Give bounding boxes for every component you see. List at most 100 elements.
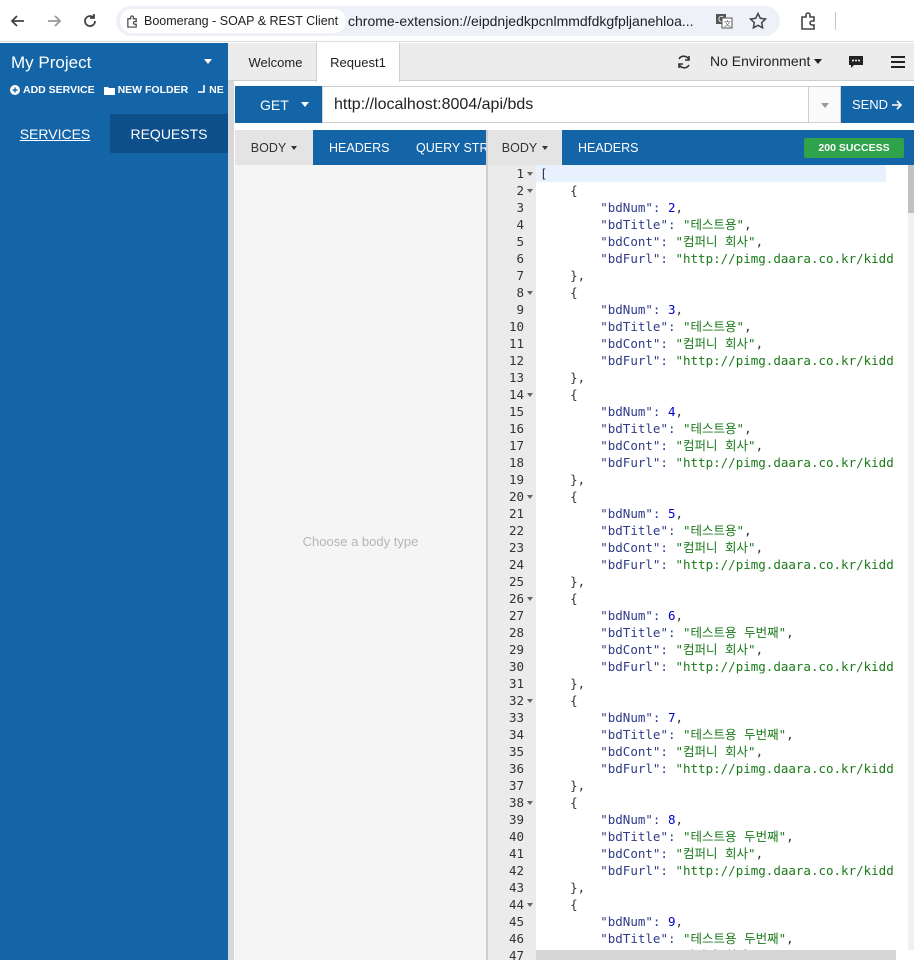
code-text: }, bbox=[540, 471, 897, 488]
json-value: 7 bbox=[667, 710, 676, 725]
url-history-dropdown[interactable] bbox=[809, 86, 841, 123]
json-value: 9 bbox=[667, 914, 676, 929]
line-number: 45 bbox=[508, 914, 524, 929]
environment-label: No Environment bbox=[710, 53, 811, 69]
request-icon bbox=[198, 85, 205, 93]
fold-toggle-icon[interactable] bbox=[527, 189, 533, 193]
tab-response-body[interactable]: BODY bbox=[488, 130, 562, 165]
request-tab-bar: Welcome Request1 No Environment bbox=[228, 43, 914, 82]
line-number: 44 bbox=[508, 897, 524, 912]
sync-icon[interactable] bbox=[674, 52, 694, 72]
code-line: 8 { bbox=[488, 284, 908, 301]
code-text: }, bbox=[540, 675, 897, 692]
tab-request-headers[interactable]: HEADERS bbox=[329, 130, 389, 165]
json-value: "http://pimg.daara.co.kr/kidd bbox=[675, 455, 894, 470]
code-line: 29 "bdCont": "컴퍼니 회사", bbox=[488, 641, 908, 658]
fold-toggle-icon[interactable] bbox=[527, 291, 533, 295]
line-number: 14 bbox=[508, 387, 524, 402]
code-line: 20 { bbox=[488, 488, 908, 505]
tab-requests[interactable]: REQUESTS bbox=[110, 114, 228, 153]
code-text: [ bbox=[540, 165, 897, 182]
line-number: 35 bbox=[508, 744, 524, 759]
code-line: 23 "bdCont": "컴퍼니 회사", bbox=[488, 539, 908, 556]
line-number: 3 bbox=[516, 200, 524, 215]
line-number: 42 bbox=[508, 863, 524, 878]
json-key: bdTitle bbox=[607, 829, 661, 844]
line-number: 19 bbox=[508, 472, 524, 487]
tab-response-headers[interactable]: HEADERS bbox=[578, 130, 638, 165]
chevron-down-icon bbox=[821, 103, 829, 108]
status-badge: 200 SUCCESS bbox=[804, 138, 904, 158]
response-editor[interactable]: 1[2 {3 "bdNum": 2, 4 "bdTitle": "테스트용", 5 … bbox=[488, 165, 914, 960]
site-info-chip[interactable]: Boomerang - SOAP & REST Client bbox=[120, 9, 347, 33]
tab-request-body[interactable]: BODY bbox=[235, 130, 313, 165]
json-key: bdCont bbox=[607, 336, 653, 351]
code-text: "bdFurl": "http://pimg.daara.co.kr/kidd bbox=[600, 659, 894, 674]
json-value: "테스트용" bbox=[683, 217, 745, 232]
code-text: "bdFurl": "http://pimg.daara.co.kr/kidd bbox=[600, 455, 894, 470]
line-number: 15 bbox=[508, 404, 524, 419]
code-text: "bdNum": 5, bbox=[600, 506, 684, 521]
add-service-button[interactable]: ADD SERVICE bbox=[10, 84, 95, 96]
code-text: "bdNum": 6, bbox=[600, 608, 684, 623]
json-key: bdFurl bbox=[607, 251, 653, 266]
tab-query-string[interactable]: QUERY STRI bbox=[416, 130, 486, 165]
scrollbar-thumb[interactable] bbox=[908, 165, 914, 213]
code-line: 10 "bdTitle": "테스트용", bbox=[488, 318, 908, 335]
reload-icon[interactable] bbox=[78, 9, 102, 33]
new-request-button[interactable]: NE bbox=[197, 84, 224, 96]
fold-toggle-icon[interactable] bbox=[527, 801, 533, 805]
fold-toggle-icon[interactable] bbox=[527, 393, 533, 397]
chevron-down-icon bbox=[542, 145, 549, 150]
back-icon[interactable] bbox=[6, 9, 30, 33]
tab-request1[interactable]: Request1 bbox=[316, 43, 400, 82]
code-text: { bbox=[540, 896, 897, 913]
line-number: 33 bbox=[508, 710, 524, 725]
json-key: bdTitle bbox=[607, 625, 661, 640]
json-key: bdNum bbox=[607, 302, 646, 317]
json-key: bdCont bbox=[607, 642, 653, 657]
code-line: 6 "bdFurl": "http://pimg.daara.co.kr/kid… bbox=[488, 250, 908, 267]
code-line: 35 "bdCont": "컴퍼니 회사", bbox=[488, 743, 908, 760]
code-punct: }, bbox=[540, 268, 586, 283]
environment-select[interactable]: No Environment bbox=[710, 53, 823, 69]
json-key: bdTitle bbox=[607, 931, 661, 946]
comment-icon[interactable] bbox=[846, 52, 866, 72]
menu-icon[interactable] bbox=[888, 52, 908, 72]
address-bar[interactable]: Boomerang - SOAP & REST Client chrome-ex… bbox=[116, 6, 780, 36]
horizontal-scrollbar[interactable] bbox=[536, 950, 896, 960]
json-value: 8 bbox=[667, 812, 676, 827]
forward-icon[interactable] bbox=[42, 9, 66, 33]
code-line: 38 { bbox=[488, 794, 908, 811]
vertical-scrollbar[interactable] bbox=[908, 165, 914, 950]
code-punct: }, bbox=[540, 574, 586, 589]
fold-toggle-icon[interactable] bbox=[527, 699, 533, 703]
extensions-icon[interactable] bbox=[796, 9, 820, 33]
send-button[interactable]: SEND bbox=[841, 86, 914, 123]
json-key: bdCont bbox=[607, 234, 653, 249]
bookmark-star-icon[interactable] bbox=[748, 11, 768, 31]
code-line: 7 }, bbox=[488, 267, 908, 284]
tab-welcome[interactable]: Welcome bbox=[234, 43, 317, 81]
project-title[interactable]: My Project bbox=[11, 53, 91, 73]
new-folder-button[interactable]: NEW FOLDER bbox=[103, 84, 188, 96]
sidebar-splitter[interactable] bbox=[228, 43, 234, 960]
tab-services[interactable]: SERVICES bbox=[0, 114, 110, 153]
project-dropdown-icon[interactable] bbox=[204, 59, 212, 64]
translate-icon[interactable]: G文 bbox=[714, 11, 734, 31]
fold-toggle-icon[interactable] bbox=[527, 597, 533, 601]
fold-toggle-icon[interactable] bbox=[527, 172, 533, 176]
code-text: "bdFurl": "http://pimg.daara.co.kr/kidd bbox=[600, 761, 894, 776]
method-select[interactable]: GET bbox=[235, 86, 322, 123]
sidebar-actions: ADD SERVICE NEW FOLDER NE bbox=[10, 84, 228, 96]
code-line: 11 "bdCont": "컴퍼니 회사", bbox=[488, 335, 908, 352]
code-text: "bdTitle": "테스트용", bbox=[600, 217, 752, 232]
code-text: "bdCont": "컴퍼니 회사", bbox=[600, 642, 764, 657]
url-input[interactable]: http://localhost:8004/api/bds bbox=[322, 86, 809, 123]
code-text: "bdCont": "컴퍼니 회사", bbox=[600, 336, 764, 351]
code-punct: { bbox=[540, 693, 578, 708]
code-punct: { bbox=[540, 489, 578, 504]
code-punct: { bbox=[540, 387, 578, 402]
fold-toggle-icon[interactable] bbox=[527, 903, 533, 907]
fold-toggle-icon[interactable] bbox=[527, 495, 533, 499]
